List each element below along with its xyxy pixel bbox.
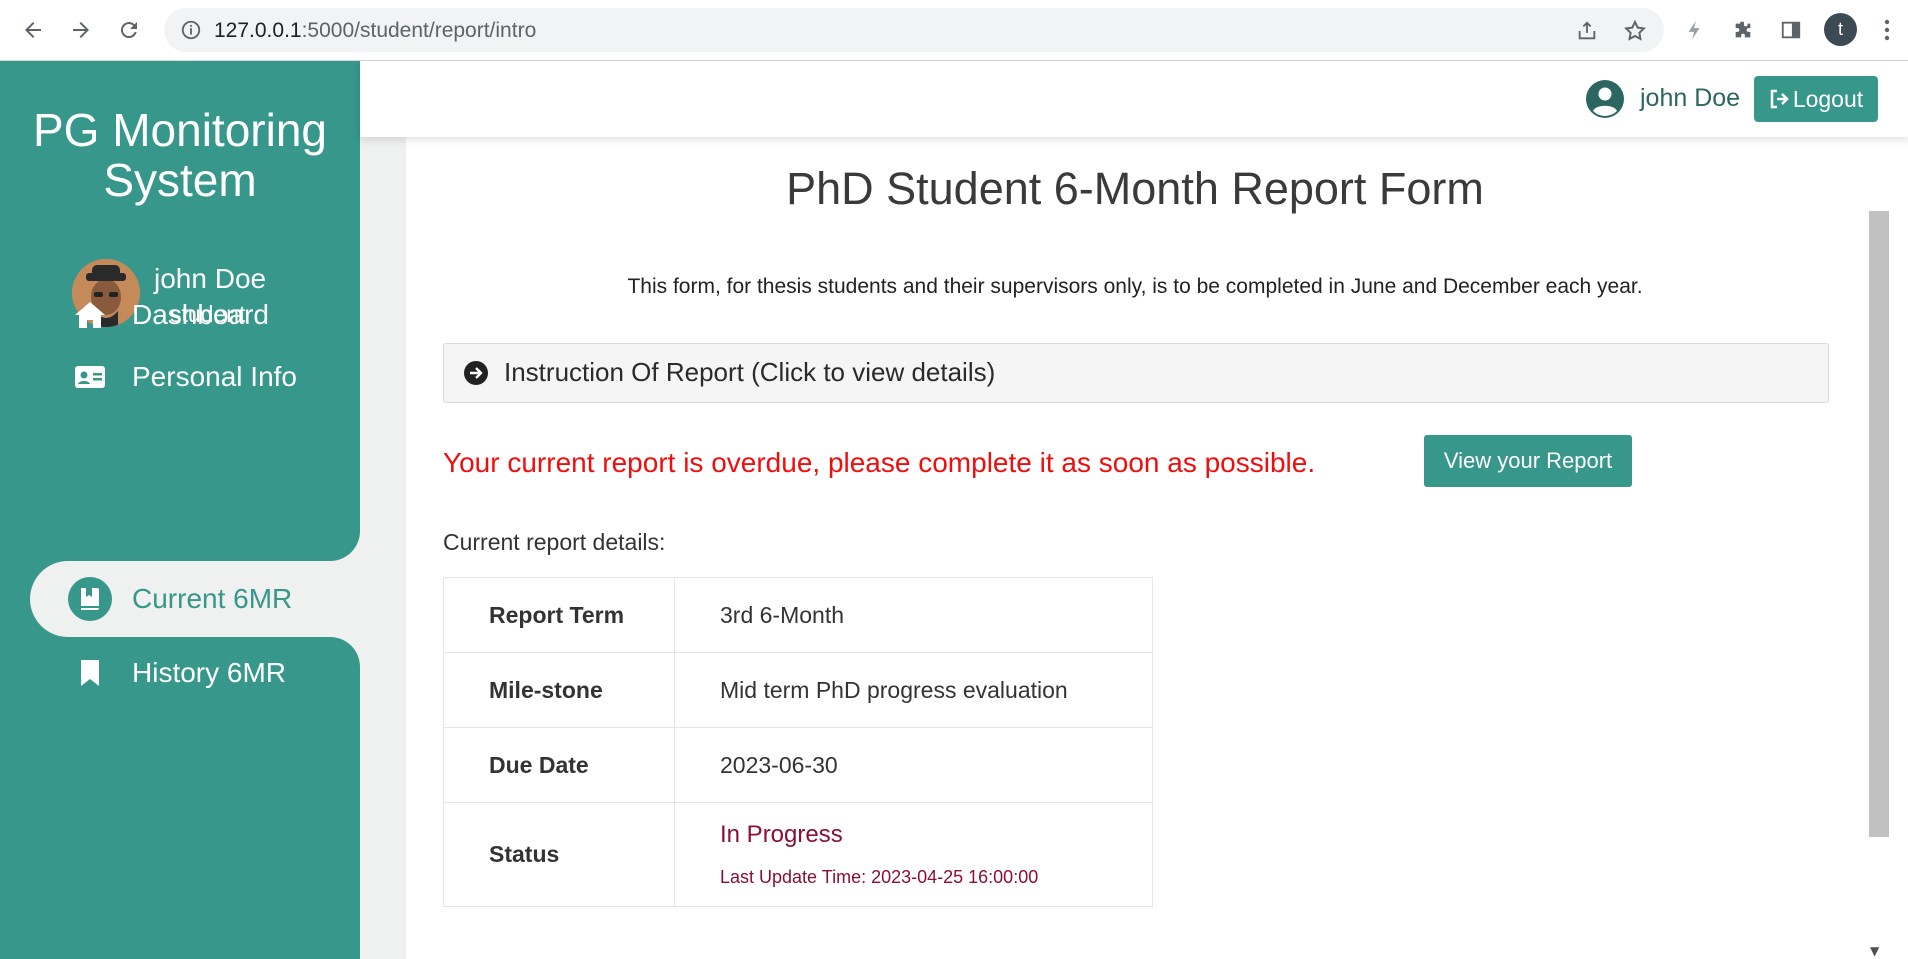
top-navbar: john Doe Logout <box>360 61 1908 137</box>
milestone-key: Mile-stone <box>443 652 675 728</box>
reload-icon[interactable] <box>114 15 144 45</box>
logout-icon <box>1769 88 1791 110</box>
url-path: :5000/student/report/intro <box>301 19 537 42</box>
extensions-puzzle-icon[interactable] <box>1728 15 1758 45</box>
back-arrow-icon[interactable] <box>18 15 48 45</box>
logout-button[interactable]: Logout <box>1754 76 1878 122</box>
due-date-key: Due Date <box>443 727 675 803</box>
page-subtitle: This form, for thesis students and their… <box>627 275 1643 298</box>
report-term-value: 3rd 6-Month <box>674 577 1153 653</box>
status-cell: In Progress Last Update Time: 2023-04-25… <box>674 802 1153 907</box>
sidebar-item-personal-info[interactable]: Personal Info <box>30 339 360 415</box>
brand-title: PG Monitoring System <box>32 104 327 206</box>
sidebar-item-label: Personal Info <box>132 361 297 392</box>
scroll-down-arrow-icon[interactable]: ▼ <box>1870 944 1879 958</box>
browser-menu-icon[interactable] <box>1872 15 1902 45</box>
url-text: 127.0.0.1:5000/student/report/intro <box>214 19 536 43</box>
report-term-key: Report Term <box>443 577 675 653</box>
profile-avatar[interactable]: t <box>1824 13 1857 46</box>
status-value: In Progress <box>720 821 843 848</box>
sidebar-item-label: Dashboard <box>132 299 269 330</box>
page-title: PhD Student 6-Month Report Form <box>786 163 1484 214</box>
table-row: Status In Progress Last Update Time: 202… <box>443 802 1153 907</box>
sidebar: PG Monitoring System john Doe student Da… <box>0 61 360 959</box>
url-host: 127.0.0.1 <box>214 19 302 42</box>
bookmark-icon <box>70 653 110 693</box>
table-row: Report Term 3rd 6-Month <box>443 577 1153 653</box>
details-heading: Current report details: <box>443 529 666 555</box>
view-report-button[interactable]: View your Report <box>1424 435 1632 487</box>
overdue-message: Your current report is overdue, please c… <box>443 447 1316 478</box>
bookmark-star-icon[interactable] <box>1622 18 1648 44</box>
sidebar-item-label: Current 6MR <box>132 583 293 614</box>
scrollbar-thumb[interactable] <box>1869 211 1889 837</box>
instruction-accordion[interactable]: Instruction Of Report (Click to view det… <box>443 343 1829 403</box>
table-row: Due Date 2023-06-30 <box>443 727 1153 803</box>
milestone-value: Mid term PhD progress evaluation <box>674 652 1153 728</box>
report-details-table: Report Term 3rd 6-Month Mile-stone Mid t… <box>443 577 1153 907</box>
sidebar-item-current-6mr[interactable]: Current 6MR <box>30 561 360 637</box>
arrow-circle-right-icon <box>464 361 488 385</box>
report-card: PhD Student 6-Month Report Form This for… <box>406 137 1864 959</box>
side-panel-icon[interactable] <box>1776 15 1806 45</box>
status-key: Status <box>443 802 675 907</box>
book-icon <box>68 577 112 621</box>
table-row: Mile-stone Mid term PhD progress evaluat… <box>443 652 1153 728</box>
topbar-user-name: john Doe <box>1640 84 1741 112</box>
accordion-label: Instruction Of Report (Click to view det… <box>504 357 996 387</box>
browser-toolbar: 127.0.0.1:5000/student/report/intro t <box>0 0 1908 61</box>
logout-label: Logout <box>1792 85 1864 112</box>
address-bar[interactable]: 127.0.0.1:5000/student/report/intro <box>164 8 1664 52</box>
home-icon <box>70 295 110 335</box>
user-circle-icon <box>1585 79 1625 119</box>
site-info-icon[interactable] <box>180 19 202 41</box>
due-date-value: 2023-06-30 <box>674 727 1153 803</box>
forward-arrow-icon[interactable] <box>66 15 96 45</box>
sidebar-item-history-6mr[interactable]: History 6MR <box>30 635 360 711</box>
last-update-time: Last Update Time: 2023-04-25 16:00:00 <box>720 867 1039 887</box>
sidebar-item-label: History 6MR <box>132 657 287 688</box>
lightning-extension-icon[interactable] <box>1680 15 1710 45</box>
id-card-icon <box>70 357 110 397</box>
share-icon[interactable] <box>1574 18 1600 44</box>
